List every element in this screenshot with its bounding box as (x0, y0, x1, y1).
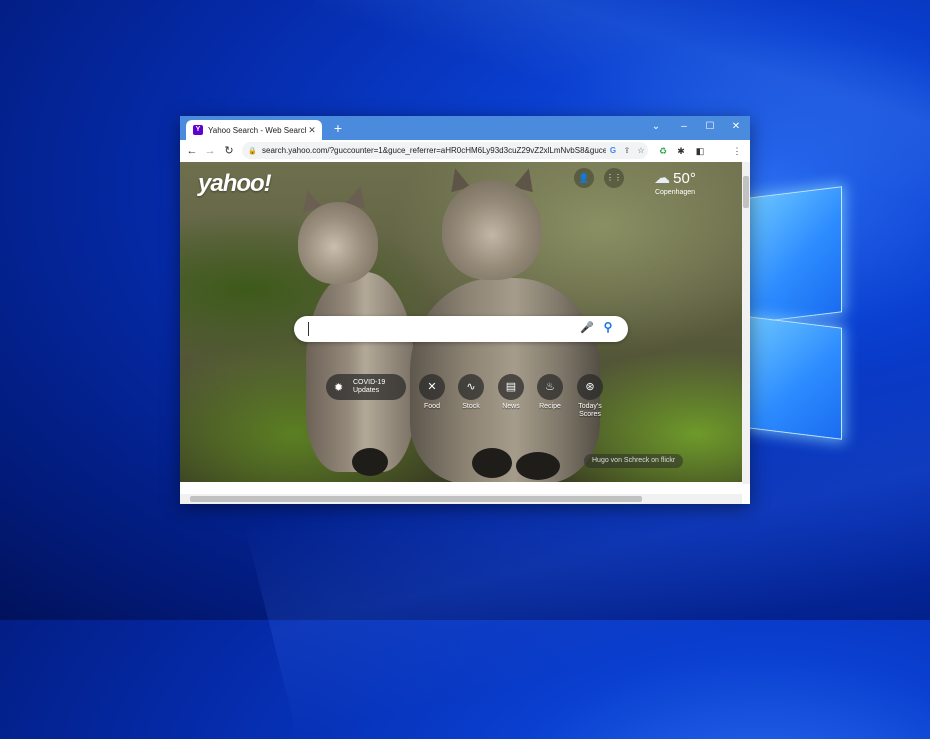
weather-city: Copenhagen (654, 189, 696, 196)
cat-paw (516, 452, 560, 480)
share-icon[interactable]: ⇪ (620, 146, 634, 155)
google-lens-icon[interactable]: G (606, 146, 620, 155)
quick-link-label: Today's Scores (578, 403, 602, 418)
bookmark-star-icon[interactable]: ☆ (634, 146, 648, 155)
back-button[interactable]: ← (184, 143, 200, 159)
browser-window: Y Yahoo Search - Web Search ✕ + ⌄ – ☐ ✕ … (180, 116, 750, 504)
tab-title: Yahoo Search - Web Search (208, 125, 306, 135)
tab-close-icon[interactable]: ✕ (306, 125, 318, 136)
browser-menu-icon[interactable]: ⋮ (730, 143, 744, 159)
forward-button[interactable]: → (202, 143, 218, 159)
title-bar: Y Yahoo Search - Web Search ✕ + ⌄ – ☐ ✕ (180, 116, 750, 140)
vertical-scroll-thumb[interactable] (743, 176, 749, 208)
fork-knife-icon: ✕ (419, 374, 445, 400)
apps-grid-icon[interactable]: ⋮⋮ (604, 168, 624, 188)
cat-body (306, 272, 414, 472)
weather-widget[interactable]: ☁ 50° Copenhagen (640, 168, 710, 197)
extensions-puzzle-icon[interactable]: ✱ (674, 143, 688, 159)
extension-icon[interactable]: ♻ (656, 143, 670, 159)
cat-paw (472, 448, 512, 478)
page-bottom-strip (180, 482, 742, 494)
windows-logo-pane (748, 186, 842, 324)
cat-head (298, 202, 378, 284)
url-text[interactable]: search.yahoo.com/?guccounter=1&guce_refe… (262, 146, 606, 155)
quick-link-label: News (502, 403, 520, 410)
lock-icon[interactable]: 🔒 (248, 147, 258, 155)
quick-link-label: Recipe (539, 403, 561, 410)
minimize-button[interactable]: – (671, 119, 697, 135)
quick-link-recipe[interactable]: ♨ Recipe (530, 374, 570, 411)
recipe-bowl-icon: ♨ (537, 374, 563, 400)
news-icon: ▤ (498, 374, 524, 400)
stock-chart-icon: ∿ (458, 374, 484, 400)
photo-credit[interactable]: Hugo von Schreck on flickr (584, 454, 684, 468)
quick-link-label: Stock (462, 403, 480, 410)
yahoo-logo[interactable]: yahoo! (198, 170, 272, 198)
virus-icon: ✹ (334, 381, 344, 394)
quick-link-news[interactable]: ▤ News (491, 374, 531, 411)
tab-search-dropdown-icon[interactable]: ⌄ (643, 119, 669, 135)
weather-temperature: 50° (673, 169, 696, 187)
account-icon[interactable]: 👤 (574, 168, 594, 188)
windows-logo (748, 180, 848, 440)
cat-paw (352, 448, 388, 476)
cat-head (442, 180, 542, 280)
quick-link-label: Food (424, 403, 440, 410)
basketball-icon: ⊛ (577, 374, 603, 400)
reload-button[interactable]: ↻ (221, 143, 237, 159)
close-window-button[interactable]: ✕ (723, 119, 749, 135)
microphone-icon[interactable]: 🎤 (580, 321, 594, 337)
search-box[interactable]: 🎤 ⚲ (294, 316, 628, 342)
new-tab-button[interactable]: + (330, 120, 346, 136)
windows-logo-pane (748, 316, 842, 440)
quick-link-food[interactable]: ✕ Food (412, 374, 452, 411)
side-panel-icon[interactable]: ◧ (693, 143, 707, 159)
address-bar[interactable]: 🔒 search.yahoo.com/?guccounter=1&guce_re… (242, 142, 648, 159)
covid-updates-button[interactable]: ✹ COVID-19 Updates (326, 374, 406, 400)
cloud-icon: ☁ (654, 170, 671, 187)
text-caret (308, 322, 309, 336)
horizontal-scrollbar[interactable] (180, 494, 742, 504)
yahoo-page: yahoo! 👤 ⋮⋮ ☁ 50° Copenhagen 🎤 ⚲ ✹ COVID… (180, 162, 742, 482)
maximize-button[interactable]: ☐ (697, 119, 723, 135)
horizontal-scroll-thumb[interactable] (190, 496, 642, 502)
search-input[interactable] (312, 320, 566, 340)
quick-link-stock[interactable]: ∿ Stock (451, 374, 491, 411)
covid-label: COVID-19 Updates (353, 379, 386, 394)
browser-toolbar: ← → ↻ 🔒 search.yahoo.com/?guccounter=1&g… (180, 140, 750, 163)
tab-yahoo-search[interactable]: Y Yahoo Search - Web Search ✕ (186, 120, 322, 140)
yahoo-favicon-icon: Y (193, 125, 203, 135)
quick-link-todays-scores[interactable]: ⊛ Today's Scores (570, 374, 610, 419)
vertical-scrollbar[interactable] (742, 162, 750, 484)
search-icon[interactable]: ⚲ (600, 320, 616, 338)
